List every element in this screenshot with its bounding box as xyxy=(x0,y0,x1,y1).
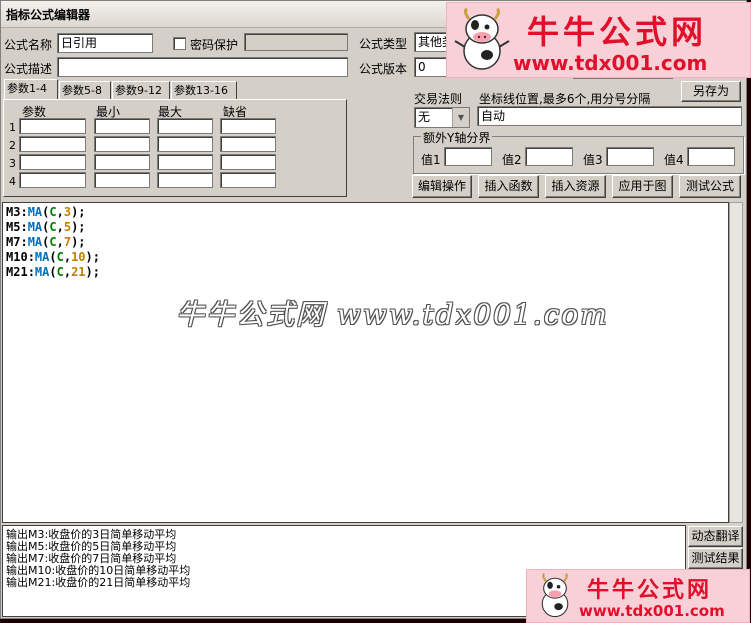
code-arg: C xyxy=(49,205,57,219)
type-label: 公式类型 xyxy=(359,37,408,51)
watermark-text: 牛牛公式网 www.tdx001.com xyxy=(176,298,609,331)
insert-function-button[interactable]: 插入函数 xyxy=(478,175,539,198)
param-default-input[interactable] xyxy=(220,118,276,134)
tab-params-1-4[interactable]: 参数1-4 xyxy=(4,79,58,100)
y-value-1-label: 值1 xyxy=(421,153,441,167)
param-row-num: 2 xyxy=(9,139,16,152)
y-value-3-input[interactable] xyxy=(606,147,654,166)
formula-code-editor[interactable]: M3:MA(C,3); M5:MA(C,5); M7:MA(C,7); M10:… xyxy=(2,202,729,523)
output-line: 输出M21:收盘价的21日简单移动平均 xyxy=(6,576,191,589)
code-num: 7 xyxy=(63,235,72,249)
param-row-num: 4 xyxy=(9,175,16,188)
code-func: MA xyxy=(27,235,43,249)
param-row-num: 1 xyxy=(9,121,16,134)
code-num: 3 xyxy=(63,205,72,219)
param-default-input[interactable] xyxy=(220,154,276,170)
test-result-button[interactable]: 测试结果 xyxy=(688,548,743,569)
tab-params-5-8[interactable]: 参数5-8 xyxy=(59,81,111,99)
code-func: MA xyxy=(34,265,50,279)
y-axis-group-label: 额外Y轴分界 xyxy=(421,129,493,146)
test-formula-button[interactable]: 测试公式 xyxy=(679,175,741,198)
param-default-input[interactable] xyxy=(220,172,276,188)
y-value-2-label: 值2 xyxy=(502,153,522,167)
param-min-input[interactable] xyxy=(94,118,150,134)
param-max-input[interactable] xyxy=(157,118,213,134)
code-var: M10 xyxy=(6,250,28,264)
param-min-input[interactable] xyxy=(94,136,150,152)
desc-input[interactable] xyxy=(57,57,348,77)
save-as-button[interactable]: 另存为 xyxy=(681,81,741,102)
y-value-2-input[interactable] xyxy=(525,147,573,166)
param-max-input[interactable] xyxy=(157,154,213,170)
y-value-4-label: 值4 xyxy=(664,153,684,167)
param-row-num: 3 xyxy=(9,157,16,170)
cow-mascot-icon xyxy=(541,573,569,618)
password-label: 密码保护 xyxy=(190,38,239,52)
code-func: MA xyxy=(27,205,43,219)
formula-editor-window: 指标公式编辑器 公式名称 日引用 密码保护 公式类型 其他类 公式描述 公式版本… xyxy=(0,0,747,619)
y-value-3-label: 值3 xyxy=(583,153,603,167)
trade-rule-label: 交易法则 xyxy=(414,92,463,106)
logo-url: www.tdx001.com xyxy=(513,51,708,75)
code-arg: C xyxy=(49,220,57,234)
logo-text-cn: 牛牛公式网 xyxy=(587,578,713,603)
code-var: M7 xyxy=(6,235,21,249)
param-min-input[interactable] xyxy=(94,172,150,188)
y-value-4-input[interactable] xyxy=(687,147,735,166)
edit-ops-button[interactable]: 编辑操作 xyxy=(412,175,472,198)
site-logo-top: 牛牛公式网 www.tdx001.com xyxy=(446,2,751,78)
apply-to-chart-button[interactable]: 应用于图 xyxy=(612,175,673,198)
axis-position-input[interactable]: 自动 xyxy=(477,106,742,126)
trade-rule-select[interactable]: 无 ▼ xyxy=(414,107,470,128)
param-default-input[interactable] xyxy=(220,136,276,152)
param-min-input[interactable] xyxy=(94,154,150,170)
cow-mascot-icon xyxy=(454,7,510,70)
param-max-input[interactable] xyxy=(157,172,213,188)
code-num: 10 xyxy=(71,250,86,264)
code-num: 5 xyxy=(63,220,72,234)
password-checkbox[interactable] xyxy=(173,37,186,50)
version-label: 公式版本 xyxy=(359,62,408,76)
param-name-input[interactable] xyxy=(19,136,86,152)
param-name-input[interactable] xyxy=(19,154,86,170)
code-var: M21 xyxy=(6,265,28,279)
code-line: M3:MA(C,3); xyxy=(6,205,86,219)
code-line: M10:MA(C,10); xyxy=(6,250,100,264)
param-max-input[interactable] xyxy=(157,136,213,152)
tab-params-13-16[interactable]: 参数13-16 xyxy=(171,81,237,99)
name-label: 公式名称 xyxy=(4,38,53,52)
code-arg: C xyxy=(49,235,57,249)
insert-resource-button[interactable]: 插入资源 xyxy=(545,175,606,198)
code-line: M5:MA(C,5); xyxy=(6,220,86,234)
code-arg: C xyxy=(56,265,64,279)
code-num: 21 xyxy=(71,265,86,279)
code-func: MA xyxy=(27,220,43,234)
tab-params-9-12[interactable]: 参数9-12 xyxy=(112,81,170,99)
logo-url: www.tdx001.com xyxy=(579,602,725,620)
code-var: M3 xyxy=(6,205,21,219)
code-var: M5 xyxy=(6,220,21,234)
site-logo-bottom: 牛牛公式网 www.tdx001.com xyxy=(526,569,750,623)
name-input[interactable]: 日引用 xyxy=(57,33,153,53)
code-line: M7:MA(C,7); xyxy=(6,235,86,249)
param-name-input[interactable] xyxy=(19,172,86,188)
code-func: MA xyxy=(34,250,50,264)
y-value-1-input[interactable] xyxy=(444,147,492,166)
axis-position-label: 坐标线位置,最多6个,用分号分隔 xyxy=(479,92,651,106)
editor-scrollbar[interactable] xyxy=(729,202,743,523)
desc-label: 公式描述 xyxy=(4,62,53,76)
chevron-down-icon[interactable]: ▼ xyxy=(452,108,469,127)
params-panel: 参数 最小 最大 缺省 1 2 3 4 xyxy=(3,99,347,197)
logo-text-cn: 牛牛公式网 xyxy=(527,13,708,51)
param-name-input[interactable] xyxy=(19,118,86,134)
trade-rule-value: 无 xyxy=(418,110,431,124)
dynamic-translate-button[interactable]: 动态翻译 xyxy=(688,526,743,547)
password-input[interactable] xyxy=(244,33,348,51)
code-arg: C xyxy=(56,250,64,264)
window-title: 指标公式编辑器 xyxy=(6,8,91,22)
code-line: M21:MA(C,21); xyxy=(6,265,100,279)
